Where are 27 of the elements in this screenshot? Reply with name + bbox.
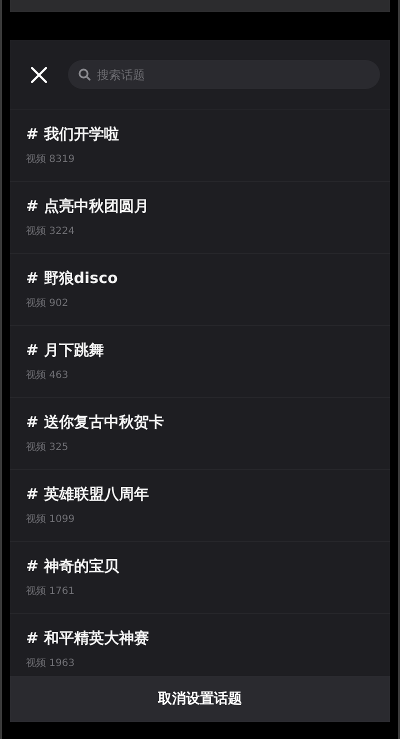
topic-title: # 点亮中秋团圆月 (26, 196, 150, 216)
video-count: 视频 1099 (26, 513, 76, 527)
video-count: 视频 1761 (26, 585, 76, 599)
video-count: 视频 3224 (26, 225, 76, 239)
search-icon (78, 68, 91, 81)
topic-item[interactable]: # 英雄联盟八周年 视频 1099 (10, 470, 390, 542)
topic-title: # 月下跳舞 (26, 340, 105, 360)
topic-title: # 神奇的宝贝 (26, 556, 120, 576)
video-count: 视频 8319 (26, 153, 76, 167)
topic-item[interactable]: # 神奇的宝贝 视频 1761 (10, 542, 390, 614)
topic-item[interactable]: # 点亮中秋团圆月 视频 3224 (10, 182, 390, 254)
search-field[interactable]: 搜索话题 (68, 60, 380, 89)
topic-item[interactable]: # 月下跳舞 视频 463 (10, 326, 390, 398)
video-count: 视频 902 (26, 297, 70, 311)
topic-title: # 野狼disco (26, 268, 119, 288)
video-count: 视频 463 (26, 369, 70, 383)
topic-title: # 和平精英大神赛 (26, 628, 150, 648)
topic-title: # 我们开学啦 (26, 124, 120, 144)
topic-title: # 送你复古中秋贺卡 (26, 412, 165, 432)
video-count: 视频 325 (26, 441, 70, 455)
close-icon (30, 66, 48, 84)
topic-item[interactable]: # 我们开学啦 视频 8319 (10, 110, 390, 182)
topic-item[interactable]: # 野狼disco 视频 902 (10, 254, 390, 326)
topic-title: # 英雄联盟八周年 (26, 484, 150, 504)
video-count: 视频 1963 (26, 657, 76, 671)
cancel-topic-button[interactable]: 取消设置话题 (10, 676, 390, 722)
topic-item[interactable]: # 送你复古中秋贺卡 视频 325 (10, 398, 390, 470)
